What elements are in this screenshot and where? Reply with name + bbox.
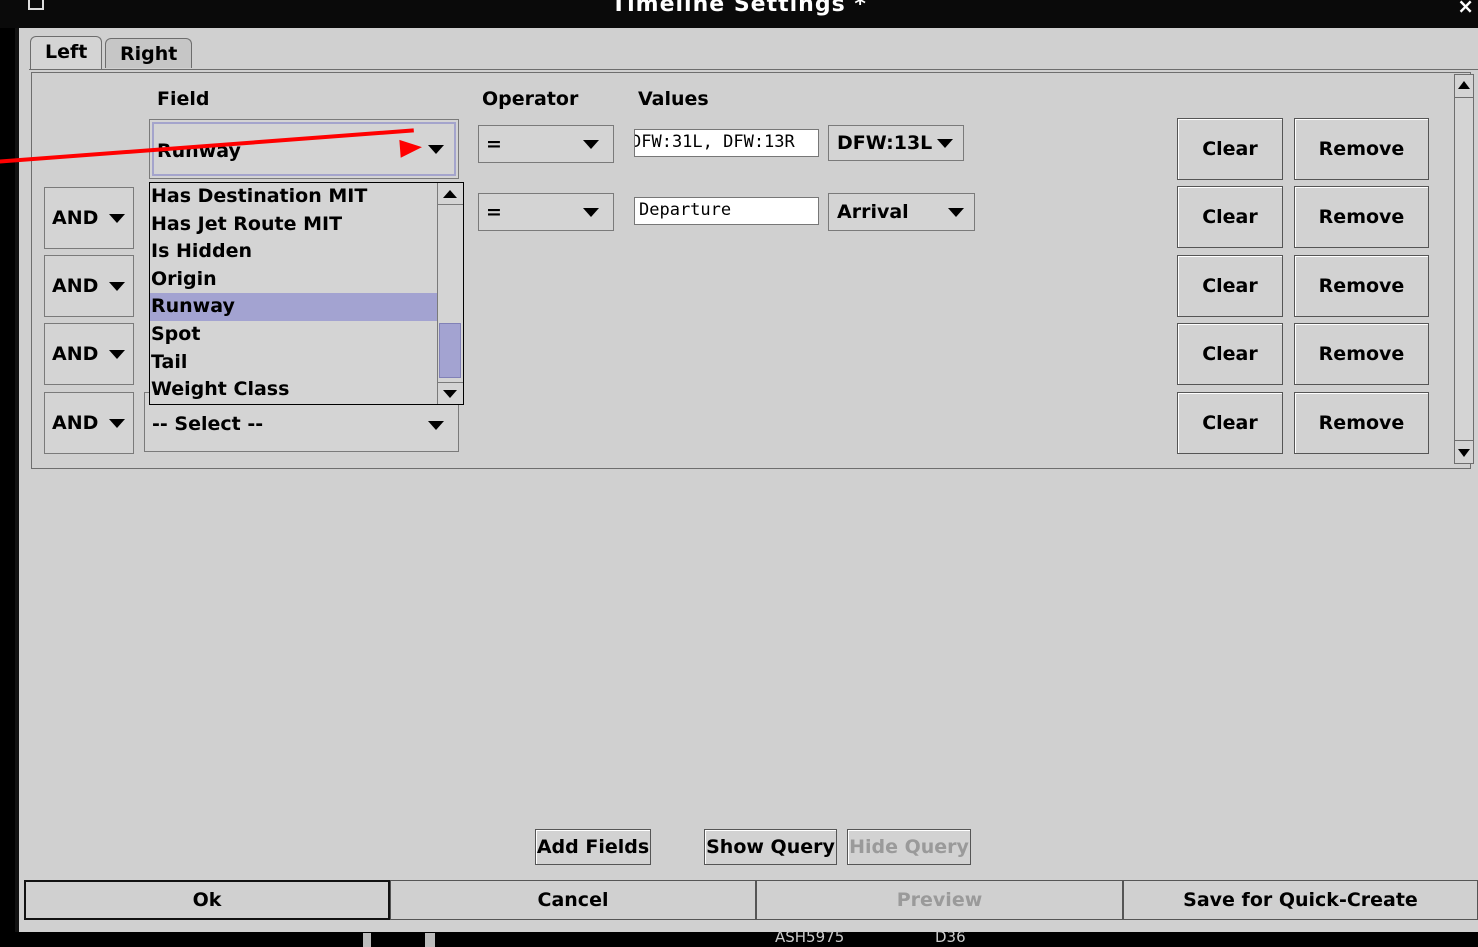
dropdown-scrollbar[interactable]: [437, 183, 463, 404]
chevron-down-icon[interactable]: [109, 214, 125, 223]
field-header: Field: [157, 88, 210, 110]
add-fields-button[interactable]: Add Fields: [535, 829, 651, 865]
field-dropdown-list[interactable]: Has Destination MIT Has Jet Route MIT Is…: [149, 182, 464, 405]
cancel-button[interactable]: Cancel: [390, 880, 756, 920]
timeline-settings-dialog: Left Right Field Operator Values Runway …: [15, 28, 1478, 932]
preview-button[interactable]: Preview: [756, 880, 1123, 920]
values-header: Values: [638, 88, 709, 110]
triangle-down-icon: [1458, 449, 1470, 457]
dropdown-option[interactable]: Tail: [150, 349, 463, 377]
connector-value: AND: [52, 275, 99, 297]
connector-select-row-3[interactable]: AND: [44, 255, 134, 317]
chevron-down-icon[interactable]: [109, 419, 125, 428]
panel-scrollbar[interactable]: [1454, 74, 1474, 464]
chevron-down-icon[interactable]: [948, 208, 964, 217]
ok-button[interactable]: Ok: [24, 880, 390, 920]
triangle-down-icon: [443, 390, 457, 398]
values-input-row-2[interactable]: Departure: [634, 197, 819, 225]
dialog-button-bar: Ok Cancel Preview Save for Quick-Create: [19, 880, 1478, 920]
dropdown-option[interactable]: Origin: [150, 266, 463, 294]
operator-value: =: [486, 133, 502, 155]
connector-select-row-2[interactable]: AND: [44, 187, 134, 249]
values-input-row-1[interactable]: DFW:31L, DFW:13R: [634, 129, 819, 157]
hide-query-button[interactable]: Hide Query: [847, 829, 971, 865]
values-select-row-2[interactable]: Arrival: [828, 193, 975, 231]
save-for-quick-create-button[interactable]: Save for Quick-Create: [1123, 880, 1478, 920]
chevron-down-icon[interactable]: [583, 140, 599, 149]
scroll-thumb[interactable]: [439, 323, 461, 378]
field-value: -- Select --: [152, 413, 264, 435]
chevron-down-icon[interactable]: [428, 145, 444, 154]
scroll-up-button[interactable]: [1455, 75, 1473, 95]
dropdown-option[interactable]: Has Jet Route MIT: [150, 211, 463, 239]
remove-button-row-4[interactable]: Remove: [1294, 323, 1429, 385]
operator-select-row-1[interactable]: =: [478, 125, 614, 163]
connector-value: AND: [52, 207, 99, 229]
show-query-button[interactable]: Show Query: [704, 829, 837, 865]
clear-button-row-5[interactable]: Clear: [1177, 392, 1283, 454]
dropdown-option[interactable]: Has Destination MIT: [150, 183, 463, 211]
dropdown-option-selected[interactable]: Runway: [150, 293, 463, 321]
window-title: Timeline Settings *: [611, 0, 867, 17]
remove-button-row-2[interactable]: Remove: [1294, 186, 1429, 248]
scroll-down-button[interactable]: [1455, 443, 1473, 463]
chevron-down-icon[interactable]: [109, 350, 125, 359]
annotation-arrow-head: [399, 138, 423, 158]
title-bar: Timeline Settings * ×: [0, 0, 1478, 28]
clear-button-row-3[interactable]: Clear: [1177, 255, 1283, 317]
chevron-down-icon[interactable]: [937, 139, 953, 148]
gate-label: D36: [935, 928, 966, 946]
values-select-value: DFW:13L: [837, 132, 933, 154]
values-select-value: Arrival: [837, 201, 909, 223]
dropdown-option[interactable]: Weight Class: [150, 376, 463, 404]
scroll-up-button[interactable]: [438, 183, 463, 205]
dropdown-option[interactable]: Spot: [150, 321, 463, 349]
connector-select-row-4[interactable]: AND: [44, 323, 134, 385]
tab-right[interactable]: Right: [105, 38, 193, 68]
operator-header: Operator: [482, 88, 579, 110]
triangle-up-icon: [443, 190, 457, 198]
connector-value: AND: [52, 343, 99, 365]
chevron-down-icon[interactable]: [428, 421, 444, 430]
clear-button-row-2[interactable]: Clear: [1177, 186, 1283, 248]
chevron-down-icon[interactable]: [583, 208, 599, 217]
close-icon[interactable]: ×: [1457, 0, 1474, 18]
triangle-up-icon: [1458, 81, 1470, 89]
clear-button-row-1[interactable]: Clear: [1177, 118, 1283, 180]
clear-button-row-4[interactable]: Clear: [1177, 323, 1283, 385]
remove-button-row-5[interactable]: Remove: [1294, 392, 1429, 454]
remove-button-row-1[interactable]: Remove: [1294, 118, 1429, 180]
background-timeline-strip: ASH5975 D36: [0, 928, 1478, 947]
operator-value: =: [486, 201, 502, 223]
remove-button-row-3[interactable]: Remove: [1294, 255, 1429, 317]
dropdown-option[interactable]: Is Hidden: [150, 238, 463, 266]
operator-select-row-2[interactable]: =: [478, 193, 614, 231]
connector-select-row-5[interactable]: AND: [44, 392, 134, 454]
tab-left[interactable]: Left: [30, 36, 103, 70]
scroll-thumb[interactable]: [1455, 97, 1473, 441]
chevron-down-icon[interactable]: [109, 282, 125, 291]
connector-value: AND: [52, 412, 99, 434]
flight-label: ASH5975: [775, 928, 845, 946]
scroll-down-button[interactable]: [438, 382, 463, 404]
values-select-row-1[interactable]: DFW:13L: [828, 125, 964, 161]
